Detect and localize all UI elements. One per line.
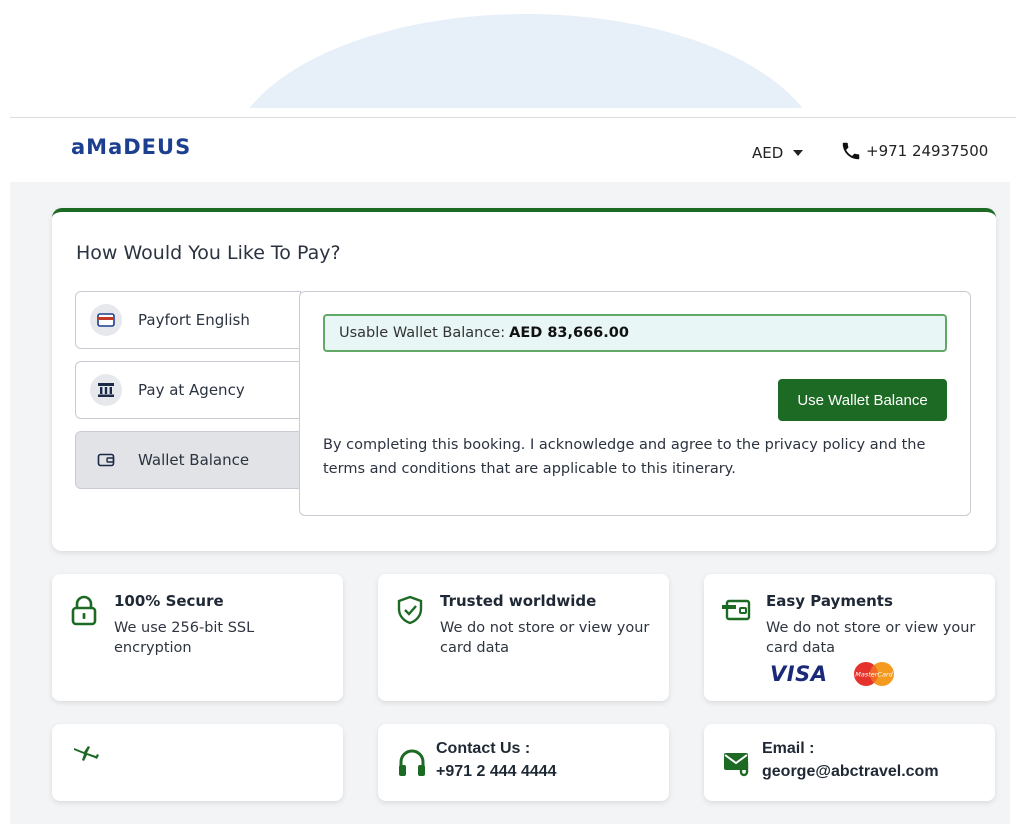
headset-icon <box>399 749 425 776</box>
payment-option-payfort[interactable]: Payfort English <box>75 291 301 349</box>
contact-email-label: Email : <box>762 740 815 757</box>
header-phone-number: +971 24937500 <box>866 142 989 160</box>
feature-title: Easy Payments <box>766 592 893 610</box>
header-phone[interactable]: +971 24937500 <box>840 140 988 162</box>
contact-email-value[interactable]: george@abctravel.com <box>762 762 977 782</box>
card-logos: VISA MasterCard <box>770 660 899 688</box>
contact-phone-value[interactable]: +971 2 444 4444 <box>436 762 651 782</box>
terms-text: By completing this booking. I acknowledg… <box>323 437 926 477</box>
amadeus-logo[interactable]: aMaDEUS <box>71 135 191 159</box>
lock-icon <box>71 595 97 626</box>
contact-card-phone[interactable]: Contact Us : +971 2 444 4444 <box>378 724 669 801</box>
feature-title: Trusted worldwide <box>440 592 597 610</box>
payment-option-label: Pay at Agency <box>138 381 245 399</box>
plane-icon <box>74 746 99 761</box>
wallet-card-icon <box>722 599 751 621</box>
credit-card-icon <box>90 304 122 336</box>
caret-down-icon <box>793 150 804 156</box>
currency-selector[interactable]: AED <box>752 144 804 162</box>
wallet-balance-box: Usable Wallet Balance: AED 83,666.00 <box>323 314 947 352</box>
shield-check-icon <box>397 595 423 625</box>
payment-title: How Would You Like To Pay? <box>76 242 341 264</box>
bank-icon <box>90 374 122 406</box>
currency-label: AED <box>752 144 784 162</box>
feature-description: We do not store or view your card data <box>440 620 650 656</box>
feature-title: 100% Secure <box>114 592 224 610</box>
contact-card-email[interactable]: Email : george@abctravel.com <box>704 724 995 801</box>
mail-attachment-icon <box>724 753 749 777</box>
payment-option-agency[interactable]: Pay at Agency <box>75 361 301 419</box>
payment-option-label: Wallet Balance <box>138 451 250 469</box>
contact-card-plane <box>52 724 343 801</box>
svg-text:MasterCard: MasterCard <box>856 671 894 679</box>
wallet-balance-amount: AED 83,666.00 <box>509 325 629 341</box>
feature-description: We do not store or view your card data <box>766 620 976 656</box>
wallet-detail-panel: Usable Wallet Balance: AED 83,666.00 Use… <box>299 291 971 516</box>
feature-card-secure: 100% Secure We use 256-bit SSL encryptio… <box>52 574 343 701</box>
use-wallet-balance-button[interactable]: Use Wallet Balance <box>778 379 947 421</box>
phone-icon <box>842 142 860 160</box>
payment-option-label: Payfort English <box>138 311 250 329</box>
header-decorative-arc <box>228 14 824 108</box>
wallet-icon <box>90 444 122 476</box>
payment-card: How Would You Like To Pay? Payfort Engli… <box>52 208 996 551</box>
visa-logo: VISA <box>770 662 828 686</box>
feature-card-trusted: Trusted worldwide We do not store or vie… <box>378 574 669 701</box>
feature-description: We use 256-bit SSL encryption <box>114 620 255 656</box>
site-header: aMaDEUS AED +971 24937500 <box>10 118 1016 182</box>
contact-phone-label: Contact Us : <box>436 740 531 757</box>
feature-card-payments: Easy Payments We do not store or view yo… <box>704 574 995 701</box>
mastercard-logo: MasterCard <box>854 662 895 686</box>
payment-option-wallet[interactable]: Wallet Balance <box>75 431 301 489</box>
wallet-balance-label: Usable Wallet Balance: <box>339 325 506 341</box>
